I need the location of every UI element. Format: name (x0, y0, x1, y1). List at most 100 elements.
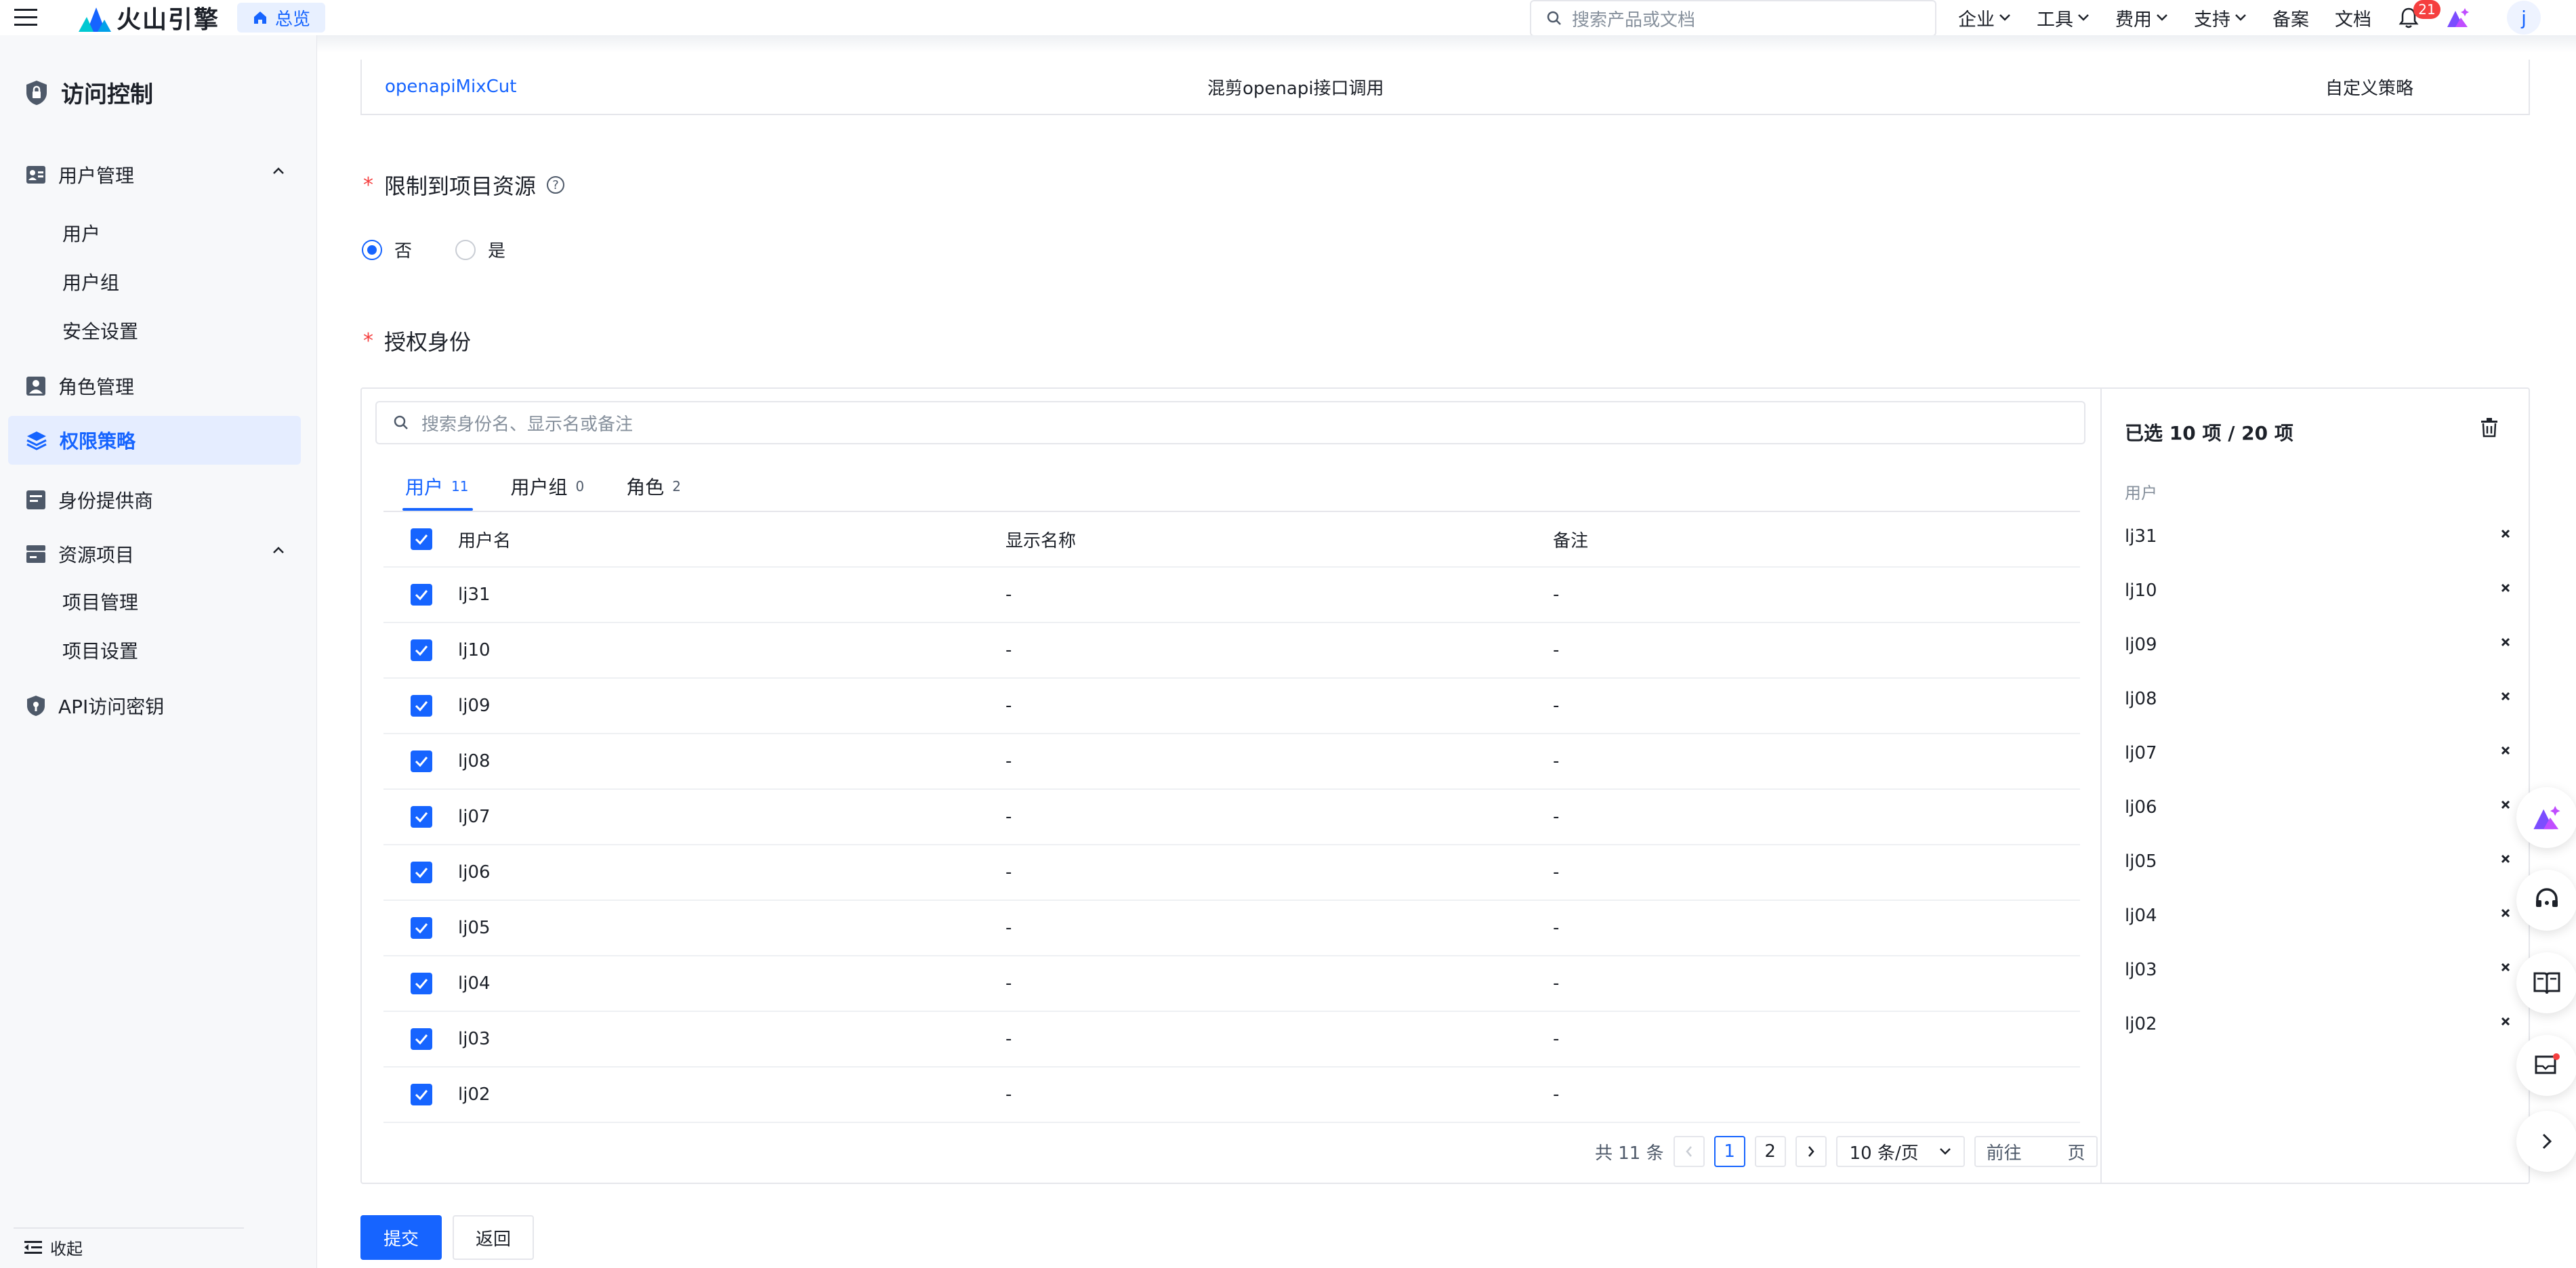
table-row[interactable]: lj10 - - (383, 623, 2080, 679)
sidebar-item-resource-projects[interactable]: 资源项目 (8, 530, 301, 578)
table-row[interactable]: lj05 - - (383, 901, 2080, 956)
identity-tabs: 用户 11 用户组 0 角色 2 (402, 462, 723, 511)
sidebar-title-text: 访问控制 (61, 81, 153, 108)
menu-support[interactable]: 支持 (2194, 5, 2247, 31)
cell-username: lj02 (458, 1084, 491, 1105)
table-row[interactable]: lj06 - - (383, 845, 2080, 901)
table-row[interactable]: lj09 - - (383, 679, 2080, 734)
float-ai-button[interactable] (2516, 787, 2576, 848)
float-support-button[interactable] (2516, 870, 2576, 931)
key-shield-icon (27, 696, 45, 716)
pagination: 共 11 条 1 2 10 条/页 前往 页 (1595, 1135, 2098, 1168)
sidebar-collapse-button[interactable]: 收起 (24, 1235, 83, 1259)
page-size-select[interactable]: 10 条/页 (1835, 1136, 1965, 1167)
table-row[interactable]: lj02 - - (383, 1068, 2080, 1123)
sidebar-item-security-settings[interactable]: 安全设置 (62, 310, 138, 351)
selected-summary: 已选 10 项 / 20 项 (2125, 422, 2293, 444)
chevron-down-icon (2157, 14, 2167, 21)
row-checkbox[interactable] (411, 862, 432, 883)
close-icon (2501, 583, 2510, 593)
row-checkbox[interactable] (411, 1084, 432, 1105)
tab-user-groups[interactable]: 用户组 0 (510, 462, 584, 511)
cell-display-name: - (1005, 918, 1012, 938)
brand-logo[interactable]: 火山引擎 (79, 1, 220, 34)
remove-item-button[interactable] (2500, 853, 2511, 864)
row-checkbox[interactable] (411, 584, 432, 606)
cell-username: lj31 (458, 585, 491, 605)
table-row[interactable]: lj31 - - (383, 568, 2080, 623)
page-2-button[interactable]: 2 (1754, 1136, 1786, 1167)
cell-display-name: - (1005, 807, 1012, 827)
cell-display-name: - (1005, 1029, 1012, 1049)
selected-item: lj02 (2125, 997, 2511, 1051)
table-row[interactable]: lj04 - - (383, 956, 2080, 1012)
remove-item-button[interactable] (2500, 528, 2511, 539)
global-search-input[interactable]: 搜索产品或文档 (1530, 0, 1936, 37)
menu-tools[interactable]: 工具 (2037, 5, 2090, 31)
sidebar-item-users[interactable]: 用户 (62, 213, 100, 253)
back-button[interactable]: 返回 (453, 1215, 534, 1260)
menu-enterprise[interactable]: 企业 (1958, 5, 2011, 31)
user-avatar[interactable]: j (2507, 1, 2541, 35)
notification-button[interactable]: 21 (2398, 0, 2440, 28)
menu-billing[interactable]: 费用 (2115, 5, 2168, 31)
sidebar-item-project-settings[interactable]: 项目设置 (62, 630, 138, 671)
sidebar-item-role-management[interactable]: 角色管理 (8, 362, 301, 410)
home-overview-button[interactable]: 总览 (237, 3, 326, 33)
remove-item-button[interactable] (2500, 583, 2511, 593)
search-icon (1547, 11, 1561, 25)
sidebar-item-user-groups[interactable]: 用户组 (62, 261, 119, 302)
menu-icon[interactable] (14, 5, 38, 30)
tab-users[interactable]: 用户 11 (402, 462, 474, 511)
authorized-identity-label: * 授权身份 (363, 325, 471, 356)
remove-item-button[interactable] (2500, 962, 2511, 973)
ai-assistant-button[interactable] (2446, 7, 2470, 28)
row-checkbox[interactable] (411, 1028, 432, 1050)
remove-item-button[interactable] (2500, 745, 2511, 756)
row-checkbox[interactable] (411, 806, 432, 828)
next-page-button[interactable] (1795, 1136, 1827, 1167)
remove-item-button[interactable] (2500, 1016, 2511, 1027)
row-checkbox[interactable] (411, 917, 432, 939)
cell-note: - (1553, 640, 1560, 660)
submit-button[interactable]: 提交 (360, 1215, 442, 1260)
radio-yes[interactable] (455, 239, 476, 260)
remove-item-button[interactable] (2500, 799, 2511, 810)
tab-roles[interactable]: 角色 2 (626, 462, 681, 511)
link-icp[interactable]: 备案 (2272, 5, 2309, 31)
table-row[interactable]: lj07 - - (383, 790, 2080, 845)
policy-name-link[interactable]: openapiMixCut (385, 77, 516, 97)
tab-count: 2 (672, 478, 681, 494)
prev-page-button[interactable] (1673, 1136, 1705, 1167)
sidebar-item-identity-providers[interactable]: 身份提供商 (8, 476, 301, 524)
page-1-button[interactable]: 1 (1713, 1136, 1745, 1167)
float-expand-button[interactable] (2516, 1111, 2576, 1172)
cell-display-name: - (1005, 751, 1012, 772)
authorized-identity-label-text: 授权身份 (384, 329, 472, 355)
radio-no[interactable] (362, 239, 382, 260)
link-docs[interactable]: 文档 (2335, 5, 2371, 31)
identity-search-input[interactable]: 搜索身份名、显示名或备注 (375, 401, 2085, 444)
row-checkbox[interactable] (411, 751, 432, 772)
sidebar-item-project-management[interactable]: 项目管理 (62, 581, 138, 622)
help-icon[interactable]: ? (547, 176, 565, 194)
float-feedback-button[interactable] (2516, 1035, 2576, 1096)
cell-display-name: - (1005, 696, 1012, 716)
remove-item-button[interactable] (2500, 691, 2511, 702)
row-checkbox[interactable] (411, 639, 432, 661)
sidebar-item-api-keys[interactable]: API访问密钥 (8, 681, 301, 730)
table-row[interactable]: lj03 - - (383, 1012, 2080, 1068)
cell-display-name: - (1005, 862, 1012, 883)
remove-item-button[interactable] (2500, 908, 2511, 918)
page-jump-input[interactable]: 前往 页 (1974, 1136, 2098, 1167)
remove-item-button[interactable] (2500, 637, 2511, 648)
select-all-checkbox[interactable] (411, 528, 432, 550)
row-checkbox[interactable] (411, 973, 432, 994)
row-checkbox[interactable] (411, 695, 432, 717)
sidebar-item-user-management[interactable]: 用户管理 (8, 150, 301, 199)
table-row[interactable]: lj08 - - (383, 734, 2080, 790)
sidebar-item-policies[interactable]: 权限策略 (8, 416, 301, 465)
table-body: lj31- - lj10- - lj09- - lj08- - lj07- - lj06- - lj05… (383, 568, 2080, 1123)
float-docs-button[interactable] (2516, 952, 2576, 1013)
clear-all-button[interactable] (2480, 417, 2499, 438)
